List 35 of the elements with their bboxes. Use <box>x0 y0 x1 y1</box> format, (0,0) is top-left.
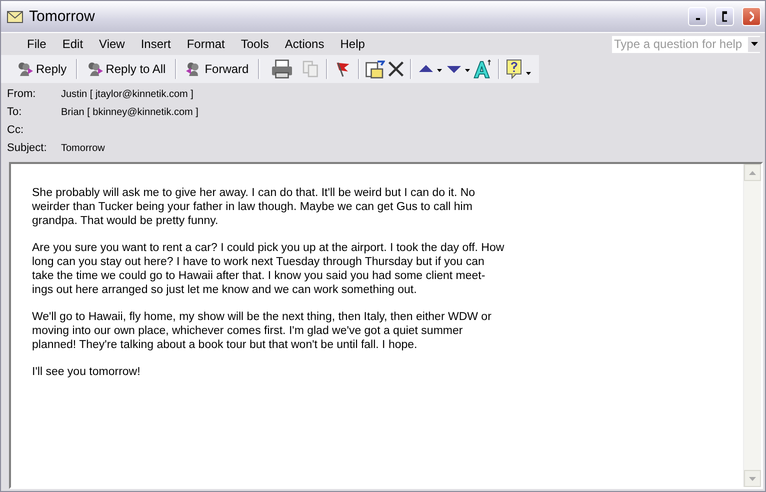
move-to-folder-icon[interactable] <box>364 59 385 79</box>
toolbar-button[interactable]: Reply <box>13 59 71 79</box>
header-label: Cc: <box>7 124 24 136</box>
envelope-icon <box>7 10 23 22</box>
body-paragraph: She probably will ask me to give her away. I can do that. It'll be weird but I can do it. No weirder than Tucker being your father in law though. Maybe we can get Gus to call him grandpa. That would be pretty funny. <box>32 186 476 228</box>
menu-item[interactable]: File <box>19 35 54 53</box>
toolbar-button[interactable]: Forward <box>182 59 253 79</box>
header-label: To: <box>7 106 23 118</box>
close-button[interactable] <box>742 7 761 26</box>
help-search-field[interactable]: Type a question for help <box>611 34 761 54</box>
help-icon[interactable] <box>504 58 533 80</box>
body-paragraph: We'll go to Hawaii, fly home, my show will be the next thing, then Italy, then either WDW or moving into our own place, whichever comes first. I'm glad we've got a quiet summer planned! They're talking about a book tour but that won't be until fall. I hope. <box>32 310 492 352</box>
menu-item[interactable]: Help <box>332 35 373 53</box>
header-value: Justin [ jtaylor@kinnetik.com ] <box>61 88 194 100</box>
header-label: Subject: <box>7 142 48 154</box>
header-value: Brian [ bkinney@kinnetik.com ] <box>61 106 198 118</box>
menu-item[interactable]: Insert <box>132 35 179 53</box>
menu-item[interactable]: Actions <box>276 35 332 53</box>
font-size-icon[interactable] <box>472 59 493 79</box>
reply-icon <box>17 61 33 77</box>
toolbar-button[interactable]: Reply to All <box>82 59 170 79</box>
reply-all-icon <box>86 61 103 77</box>
header-value: Tomorrow <box>61 142 105 154</box>
maximize-button[interactable] <box>715 7 734 26</box>
caret-icon <box>750 42 758 46</box>
delete-icon[interactable] <box>386 60 405 78</box>
body-paragraph: I'll see you tomorrow! <box>32 365 142 379</box>
header-label: From: <box>7 88 37 100</box>
body-paragraph: Are you sure you want to rent a car? I could pick you up at the airport. I took the day off. How long can you stay out here? I have to work next Tuesday through Thursday but if you can take the time we could go to Hawaii after that. I know you said you had some client meet- ings out here arranged so just let me know and we can work something out. <box>32 241 506 297</box>
menu-item[interactable]: View <box>91 35 133 53</box>
minimize-button[interactable] <box>688 7 707 26</box>
menu-item[interactable]: Edit <box>54 35 92 53</box>
menu-item[interactable]: Tools <box>232 35 277 53</box>
window-title: Tomorrow <box>29 8 96 25</box>
menu-item[interactable]: Format <box>178 35 233 53</box>
